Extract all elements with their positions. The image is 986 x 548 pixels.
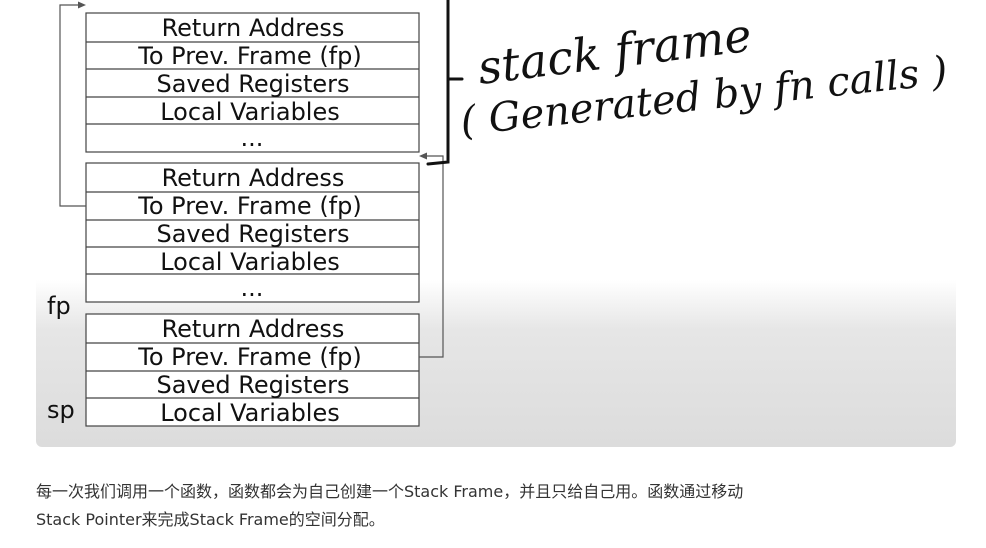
frame-1-local-variables: Local Variables — [160, 98, 340, 126]
fp-label: fp — [47, 292, 71, 320]
frame-2-prev-frame: To Prev. Frame (fp) — [137, 192, 361, 220]
frame-1-ellipsis: ... — [241, 124, 264, 152]
stack-frame-diagram: Return Address To Prev. Frame (fp) Saved… — [47, 0, 950, 427]
caption: 每一次我们调用一个函数，函数都会为自己创建一个Stack Frame，并且只给自… — [36, 478, 936, 534]
frame-2-local-variables: Local Variables — [160, 248, 340, 276]
right-prev-frame-arrow — [419, 152, 444, 358]
frame-1-saved-registers: Saved Registers — [156, 70, 349, 98]
frame-3-return-address: Return Address — [162, 315, 345, 343]
caption-line-1: 每一次我们调用一个函数，函数都会为自己创建一个Stack Frame，并且只给自… — [36, 482, 744, 501]
left-prev-frame-arrow — [59, 1, 86, 207]
stack-frame-3: Return Address To Prev. Frame (fp) Saved… — [85, 313, 420, 427]
frame-2-ellipsis: ... — [241, 274, 264, 302]
frame-2-return-address: Return Address — [162, 164, 345, 192]
frame-1-return-address: Return Address — [162, 14, 345, 42]
caption-line-2: Stack Pointer来完成Stack Frame的空间分配。 — [36, 510, 385, 529]
page: Return Address To Prev. Frame (fp) Saved… — [0, 0, 986, 548]
stack-frame-1: Return Address To Prev. Frame (fp) Saved… — [85, 12, 420, 153]
frame-3-local-variables: Local Variables — [160, 399, 340, 427]
stack-frame-2: Return Address To Prev. Frame (fp) Saved… — [85, 162, 420, 303]
handwritten-bracket — [426, 0, 464, 166]
frame-3-prev-frame: To Prev. Frame (fp) — [137, 343, 361, 371]
sp-label: sp — [47, 396, 75, 424]
frame-2-saved-registers: Saved Registers — [156, 220, 349, 248]
frame-3-saved-registers: Saved Registers — [156, 371, 349, 399]
frame-1-prev-frame: To Prev. Frame (fp) — [137, 42, 361, 70]
